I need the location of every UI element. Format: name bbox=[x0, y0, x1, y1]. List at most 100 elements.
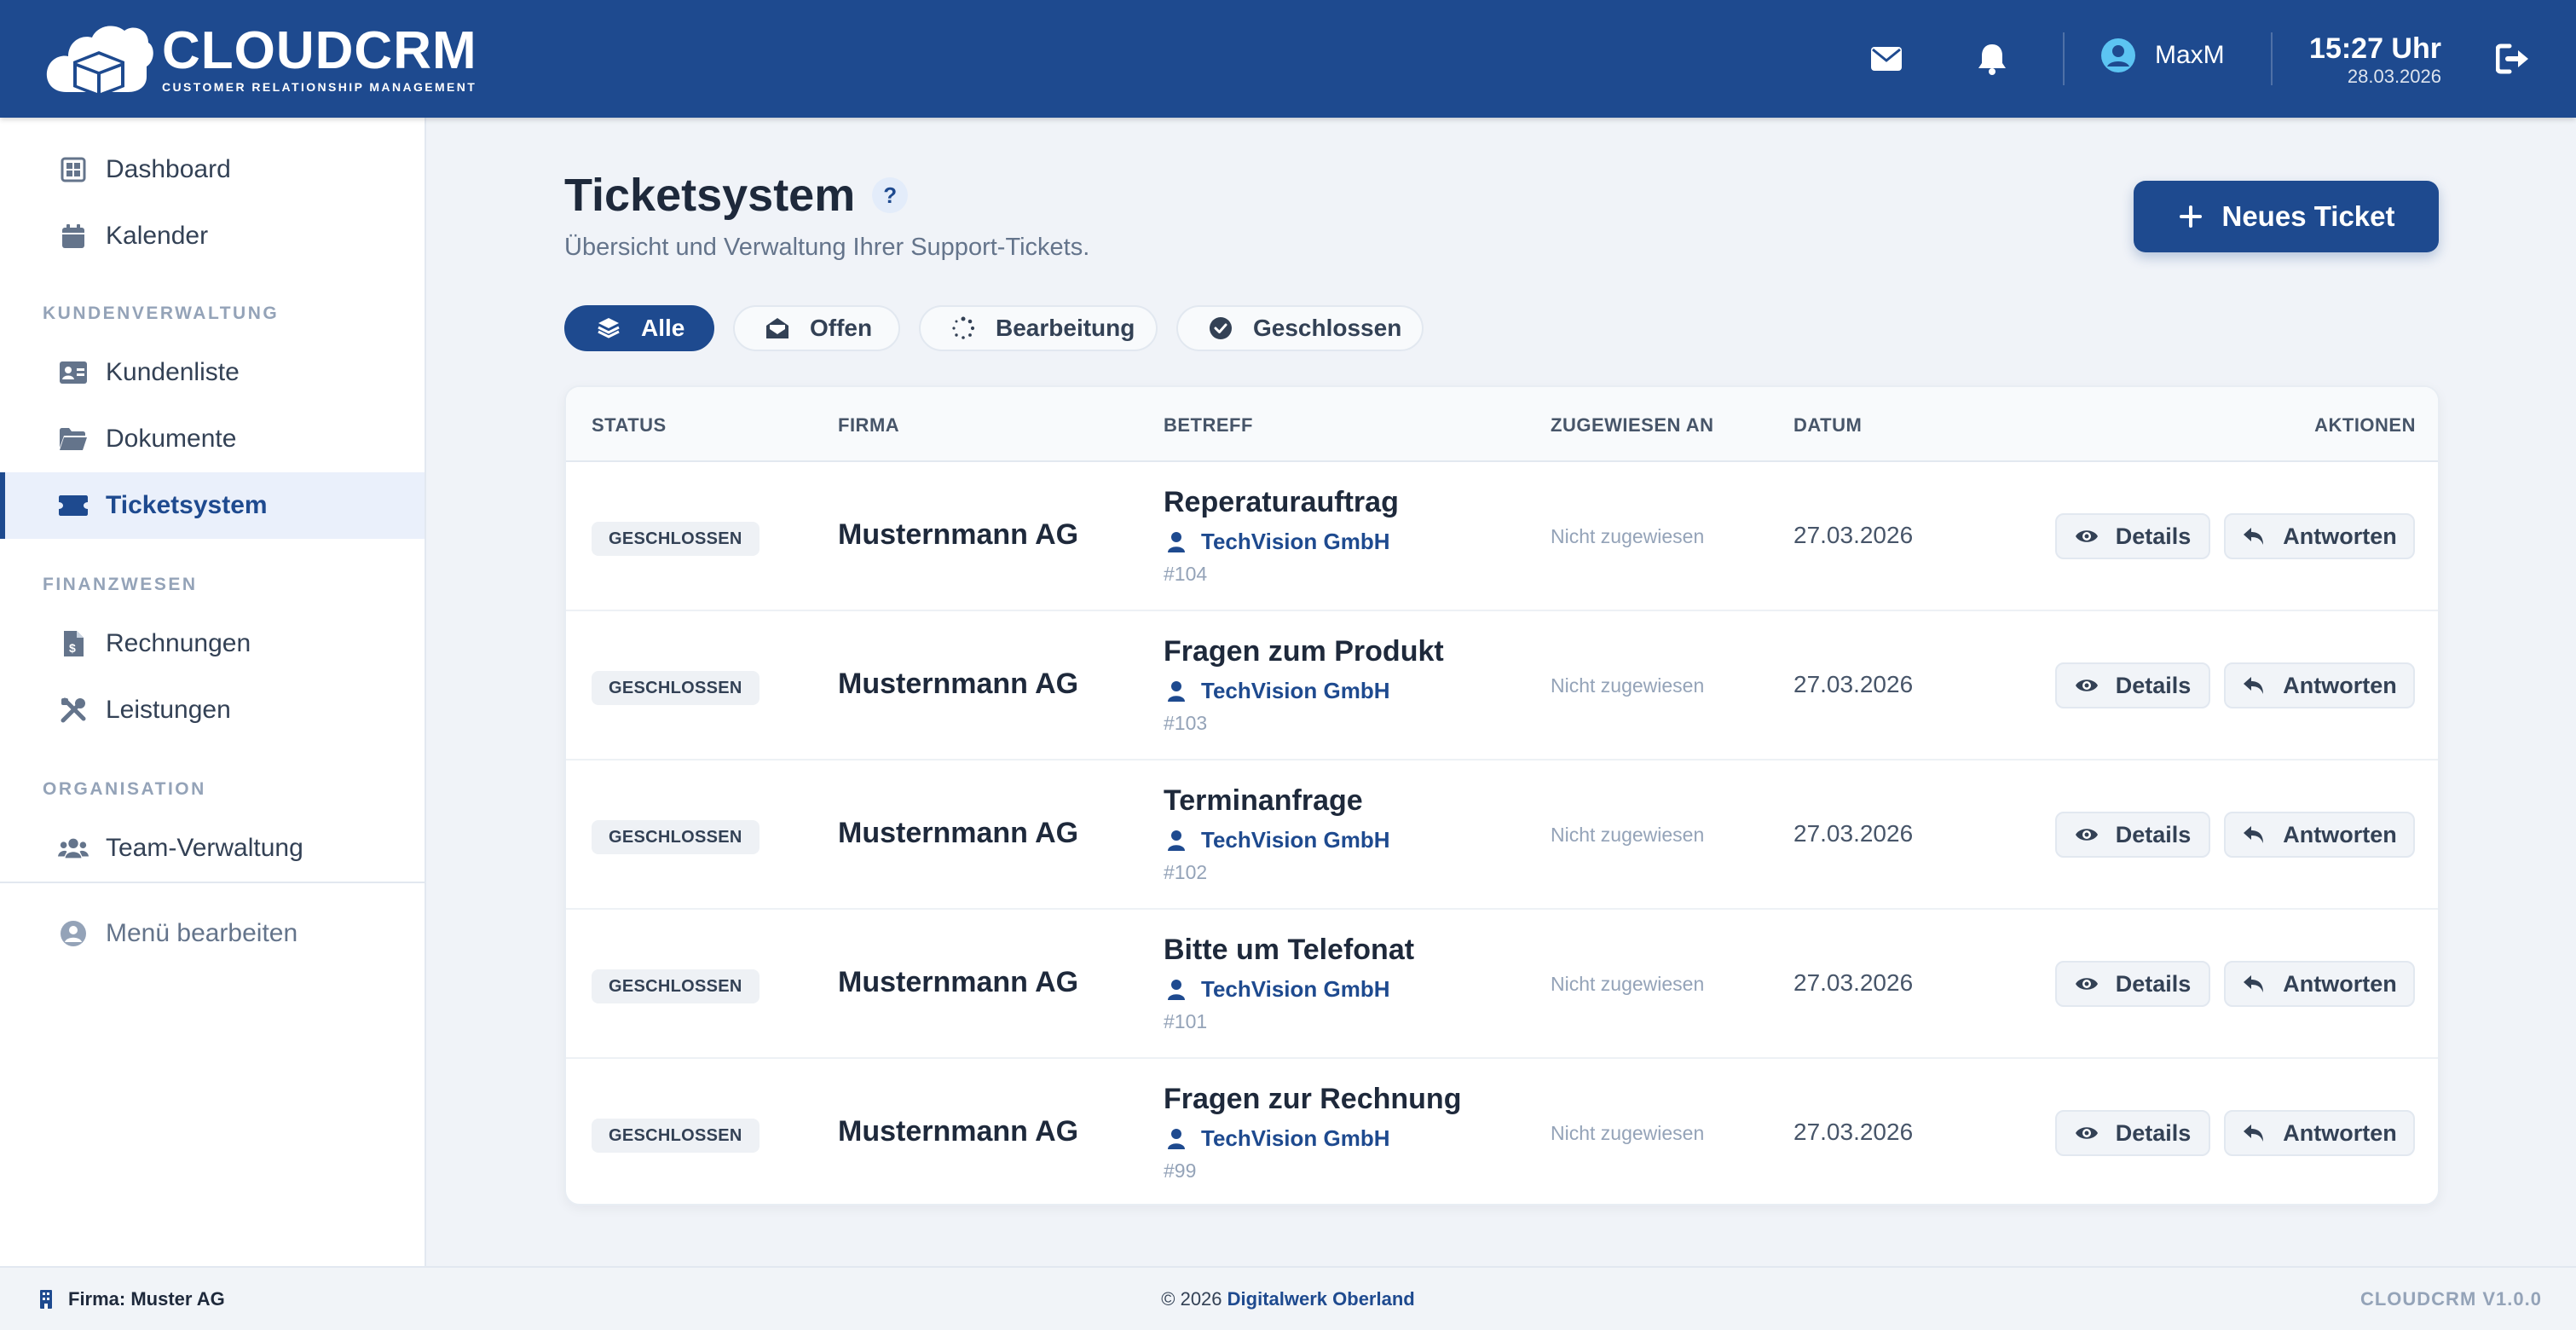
filter-offen[interactable]: Offen bbox=[733, 305, 900, 351]
reply-button[interactable]: Antworten bbox=[2224, 961, 2415, 1007]
sidebar-item-ticketsystem[interactable]: Ticketsystem bbox=[0, 472, 425, 539]
company-name: Musternmann AG bbox=[838, 817, 1079, 849]
sidebar-item-dokumente[interactable]: Dokumente bbox=[0, 406, 425, 472]
assignee: Nicht zugewiesen bbox=[1551, 973, 1705, 995]
sidebar-item-dashboard[interactable]: Dashboard bbox=[0, 136, 425, 203]
filter-label: Alle bbox=[641, 315, 685, 341]
reply-button[interactable]: Antworten bbox=[2224, 1110, 2415, 1156]
details-button[interactable]: Details bbox=[2055, 662, 2210, 708]
details-button[interactable]: Details bbox=[2055, 961, 2210, 1007]
ticket-subject[interactable]: Reperaturauftrag bbox=[1164, 486, 1399, 519]
ticket-number: #102 bbox=[1164, 861, 1208, 883]
details-button[interactable]: Details bbox=[2055, 812, 2210, 858]
new-ticket-label: Neues Ticket bbox=[2221, 200, 2395, 232]
assignee: Nicht zugewiesen bbox=[1551, 1122, 1705, 1144]
column-header-firma: FIRMA bbox=[838, 414, 900, 436]
table-row: GESCHLOSSEN Musternmann AG Terminanfrage… bbox=[566, 760, 2438, 910]
help-button[interactable]: ? bbox=[872, 177, 909, 213]
ticket-date: 27.03.2026 bbox=[1793, 671, 1914, 697]
table-row: GESCHLOSSEN Musternmann AG Fragen zur Re… bbox=[566, 1059, 2438, 1204]
ticket-number: #99 bbox=[1164, 1159, 1197, 1182]
column-header-aktionen: AKTIONEN bbox=[2314, 414, 2416, 436]
envelope-icon[interactable] bbox=[1865, 38, 1908, 80]
edit-menu-button[interactable]: Menü bearbeiten bbox=[0, 900, 425, 967]
logout-icon[interactable] bbox=[2492, 38, 2535, 80]
reply-button[interactable]: Antworten bbox=[2224, 812, 2415, 858]
details-label: Details bbox=[2115, 821, 2192, 847]
ticket-date: 27.03.2026 bbox=[1793, 522, 1914, 548]
sidebar-item-team-verwaltung[interactable]: Team-Verwaltung bbox=[0, 815, 425, 882]
sidebar-item-leistungen[interactable]: Leistungen bbox=[0, 677, 425, 743]
plus-icon bbox=[2179, 205, 2202, 228]
ticket-number: #104 bbox=[1164, 563, 1208, 585]
ticket-number: #103 bbox=[1164, 712, 1208, 734]
company-name: Musternmann AG bbox=[838, 518, 1079, 551]
clock-date: 28.03.2026 bbox=[2347, 66, 2441, 87]
details-label: Details bbox=[2115, 672, 2192, 698]
header-divider bbox=[2271, 32, 2273, 85]
sidebar-item-label: Ticketsystem bbox=[106, 491, 268, 519]
ticket-number: #101 bbox=[1164, 1010, 1208, 1032]
customer-link[interactable]: TechVision GmbH bbox=[1164, 529, 1390, 555]
filter-alle[interactable]: Alle bbox=[564, 305, 714, 351]
ticket-subject[interactable]: Terminanfrage bbox=[1164, 784, 1363, 818]
customer-name: TechVision GmbH bbox=[1201, 976, 1390, 1002]
tickets-table: STATUS FIRMA BETREFF ZUGEWIESEN AN DATUM… bbox=[564, 385, 2440, 1206]
sidebar-item-kundenliste[interactable]: Kundenliste bbox=[0, 339, 425, 406]
user-icon bbox=[1168, 680, 1185, 702]
reply-button[interactable]: Antworten bbox=[2224, 662, 2415, 708]
customer-name: TechVision GmbH bbox=[1201, 678, 1390, 703]
sidebar-item-rechnungen[interactable]: $ Rechnungen bbox=[0, 610, 425, 677]
ticket-subject[interactable]: Fragen zum Produkt bbox=[1164, 635, 1444, 668]
spinner-icon bbox=[951, 316, 975, 340]
section-title-finanzwesen: FINANZWESEN bbox=[43, 575, 198, 594]
customer-name: TechVision GmbH bbox=[1201, 827, 1390, 853]
sidebar-item-label: Kundenliste bbox=[106, 358, 240, 386]
eye-icon bbox=[2075, 972, 2099, 996]
company-name: Musternmann AG bbox=[838, 1115, 1079, 1148]
ticket-subject[interactable]: Fragen zur Rechnung bbox=[1164, 1083, 1461, 1116]
new-ticket-button[interactable]: Neues Ticket bbox=[2134, 181, 2439, 252]
table-row: GESCHLOSSEN Musternmann AG Reperaturauft… bbox=[566, 462, 2438, 611]
sidebar-item-calendar[interactable]: Kalender bbox=[0, 203, 425, 269]
invoice-icon: $ bbox=[58, 628, 89, 659]
details-label: Details bbox=[2115, 1119, 2192, 1146]
page-title: Ticketsystem bbox=[564, 170, 856, 221]
table-row: GESCHLOSSEN Musternmann AG Bitte um Tele… bbox=[566, 910, 2438, 1059]
filter-geschlossen[interactable]: Geschlossen bbox=[1176, 305, 1424, 351]
sidebar-item-label: Team-Verwaltung bbox=[106, 834, 303, 862]
folder-icon bbox=[58, 424, 89, 454]
details-button[interactable]: Details bbox=[2055, 513, 2210, 559]
status-badge: GESCHLOSSEN bbox=[592, 1119, 760, 1153]
eye-icon bbox=[2075, 823, 2099, 847]
user-menu[interactable]: MaxM bbox=[2100, 38, 2225, 73]
eye-icon bbox=[2075, 524, 2099, 548]
app-logo[interactable]: CLOUDCRM CUSTOMER RELATIONSHIP MANAGEMEN… bbox=[43, 17, 477, 102]
address-card-icon bbox=[58, 357, 89, 388]
customer-link[interactable]: TechVision GmbH bbox=[1164, 678, 1390, 704]
eye-icon bbox=[2075, 674, 2099, 697]
eye-icon bbox=[2075, 1121, 2099, 1145]
bell-icon[interactable] bbox=[1971, 38, 2013, 80]
footer: Firma: Muster AG © 2026 Digitalwerk Ober… bbox=[0, 1266, 2576, 1330]
brand-link[interactable]: Digitalwerk Oberland bbox=[1227, 1288, 1415, 1310]
customer-link[interactable]: TechVision GmbH bbox=[1164, 1125, 1390, 1152]
filter-bearbeitung[interactable]: Bearbeitung bbox=[919, 305, 1158, 351]
clock: 15:27 Uhr 28.03.2026 bbox=[2309, 32, 2441, 89]
details-button[interactable]: Details bbox=[2055, 1110, 2210, 1156]
sidebar-item-label: Dokumente bbox=[106, 425, 237, 453]
customer-link[interactable]: TechVision GmbH bbox=[1164, 976, 1390, 1003]
clock-time: 15:27 Uhr bbox=[2309, 32, 2441, 65]
sidebar-divider bbox=[0, 882, 425, 883]
customer-link[interactable]: TechVision GmbH bbox=[1164, 827, 1390, 853]
team-icon bbox=[58, 833, 89, 864]
tools-icon bbox=[58, 695, 89, 726]
svg-text:$: $ bbox=[69, 641, 76, 655]
reply-button[interactable]: Antworten bbox=[2224, 513, 2415, 559]
filter-label: Geschlossen bbox=[1253, 315, 1402, 341]
reply-icon bbox=[2242, 1121, 2266, 1145]
status-badge: GESCHLOSSEN bbox=[592, 969, 760, 1003]
envelope-open-icon bbox=[765, 316, 789, 340]
status-badge: GESCHLOSSEN bbox=[592, 671, 760, 705]
ticket-subject[interactable]: Bitte um Telefonat bbox=[1164, 934, 1414, 967]
